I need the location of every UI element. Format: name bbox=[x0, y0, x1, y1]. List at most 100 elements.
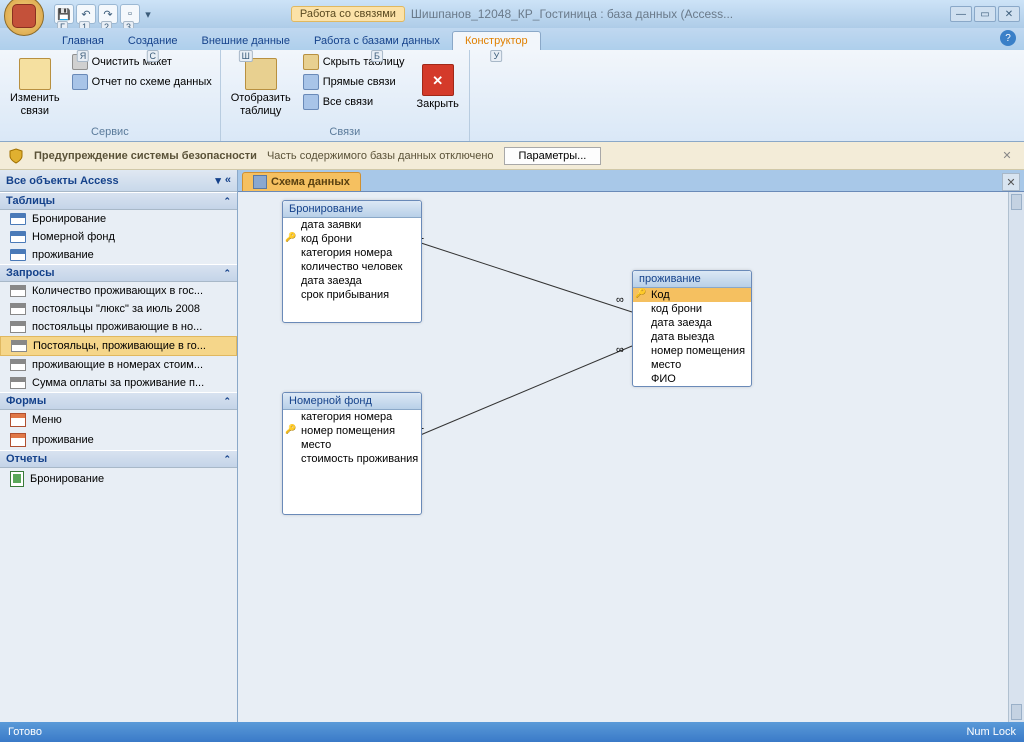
nav-item[interactable]: Бронирование bbox=[0, 210, 237, 228]
caret-icon: ⌃ bbox=[223, 196, 231, 207]
nav-item[interactable]: проживание bbox=[0, 430, 237, 450]
table-field[interactable]: категория номера bbox=[283, 246, 421, 260]
hide-table-button[interactable]: Скрыть таблицу bbox=[299, 52, 409, 72]
table-stay[interactable]: проживание Кодкод бронидата заездадата в… bbox=[632, 270, 752, 387]
close-relations-button[interactable]: Закрыть bbox=[411, 52, 465, 124]
direct-rel-icon bbox=[303, 74, 319, 90]
security-message: Часть содержимого базы данных отключено bbox=[267, 150, 494, 162]
table-field[interactable]: код брони bbox=[633, 302, 751, 316]
nav-item[interactable]: постояльцы "люкс" за июль 2008 bbox=[0, 300, 237, 318]
qry-icon-icon bbox=[10, 377, 26, 389]
help-button[interactable]: ? bbox=[1000, 30, 1016, 46]
doc-tab-close[interactable]: ✕ bbox=[1002, 173, 1020, 191]
nav-item-label: Количество проживающих в гос... bbox=[32, 285, 203, 297]
minimize-button[interactable]: — bbox=[950, 6, 972, 22]
main-area: Все объекты Access ▾« Таблицы⌃ Бронирова… bbox=[0, 170, 1024, 722]
nav-item[interactable]: Меню bbox=[0, 410, 237, 430]
nav-item[interactable]: проживание bbox=[0, 246, 237, 264]
table-field[interactable]: номер помещения bbox=[633, 344, 751, 358]
relationships-report-button[interactable]: Отчет по схеме данных bbox=[68, 72, 216, 92]
nav-item-label: Номерной фонд bbox=[32, 231, 115, 243]
collapse-pane-icon[interactable]: « bbox=[225, 174, 231, 187]
qry-icon-icon bbox=[10, 303, 26, 315]
table-field[interactable]: дата выезда bbox=[633, 330, 751, 344]
table-field[interactable]: номер помещения bbox=[283, 424, 421, 438]
ribbon-tabs: ГлавнаяЯ СозданиеС Внешние данныеШ Работ… bbox=[0, 28, 1024, 50]
nav-item-label: Сумма оплаты за проживание п... bbox=[32, 377, 204, 389]
relationships-diagram[interactable]: 1 ∞ 1 ∞ Бронирование дата заявкикод брон… bbox=[238, 192, 1024, 722]
nav-item-label: проживание bbox=[32, 434, 94, 446]
pencil-icon bbox=[19, 58, 51, 90]
table-booking[interactable]: Бронирование дата заявкикод броникатегор… bbox=[282, 200, 422, 323]
tab-home[interactable]: ГлавнаяЯ bbox=[50, 32, 116, 50]
nav-section-queries[interactable]: Запросы⌃ bbox=[0, 264, 237, 282]
nav-section-reports[interactable]: Отчеты⌃ bbox=[0, 450, 237, 468]
nav-section-forms[interactable]: Формы⌃ bbox=[0, 392, 237, 410]
relationships-icon bbox=[253, 175, 267, 189]
nav-item[interactable]: Постояльцы, проживающие в го... bbox=[0, 336, 237, 356]
table-title[interactable]: Номерной фонд bbox=[283, 393, 421, 410]
qry-icon-icon bbox=[10, 321, 26, 333]
table-field[interactable]: количество человек bbox=[283, 260, 421, 274]
security-close-button[interactable]: ✕ bbox=[998, 147, 1016, 165]
report-icon bbox=[72, 74, 88, 90]
all-relations-button[interactable]: Все связи bbox=[299, 92, 409, 112]
nav-item-label: Постояльцы, проживающие в го... bbox=[33, 340, 206, 352]
table-title[interactable]: Бронирование bbox=[283, 201, 421, 218]
security-title: Предупреждение системы безопасности bbox=[34, 150, 257, 162]
security-warning-bar: Предупреждение системы безопасности Част… bbox=[0, 142, 1024, 170]
nav-item[interactable]: Количество проживающих в гос... bbox=[0, 282, 237, 300]
table-field[interactable]: место bbox=[633, 358, 751, 372]
tab-external-data[interactable]: Внешние данныеШ bbox=[190, 32, 302, 50]
restore-button[interactable]: ▭ bbox=[974, 6, 996, 22]
table-field[interactable]: дата заезда bbox=[283, 274, 421, 288]
nav-item-label: Бронирование bbox=[32, 213, 106, 225]
qat-item-4[interactable]: ▫3 bbox=[120, 4, 140, 24]
cardinality-many: ∞ bbox=[616, 294, 624, 306]
direct-relations-button[interactable]: Прямые связи bbox=[299, 72, 409, 92]
nav-item[interactable]: Номерной фонд bbox=[0, 228, 237, 246]
nav-item[interactable]: проживающие в номерах стоим... bbox=[0, 356, 237, 374]
table-field[interactable]: дата заезда bbox=[633, 316, 751, 330]
tab-database-tools[interactable]: Работа с базами данныхБ bbox=[302, 32, 452, 50]
status-text: Готово bbox=[8, 726, 42, 738]
show-table-icon bbox=[245, 58, 277, 90]
tab-create[interactable]: СозданиеС bbox=[116, 32, 190, 50]
table-title[interactable]: проживание bbox=[633, 271, 751, 288]
table-field[interactable]: код брони bbox=[283, 232, 421, 246]
nav-item[interactable]: постояльцы проживающие в но... bbox=[0, 318, 237, 336]
tab-design[interactable]: КонструкторУ bbox=[452, 31, 541, 50]
edit-relationships-button[interactable]: Изменить связи bbox=[4, 52, 66, 124]
qat-save[interactable]: 💾Г bbox=[54, 4, 74, 24]
navigation-pane: Все объекты Access ▾« Таблицы⌃ Бронирова… bbox=[0, 170, 238, 722]
context-tab-title: Работа со связями bbox=[291, 6, 405, 22]
rpt-icon-icon bbox=[10, 471, 24, 487]
table-field[interactable]: срок прибывания bbox=[283, 288, 421, 302]
close-button[interactable]: ✕ bbox=[998, 6, 1020, 22]
qat-customize[interactable]: ▾ bbox=[142, 4, 154, 24]
show-table-button[interactable]: Отобразить таблицу bbox=[225, 52, 297, 124]
table-rooms[interactable]: Номерной фонд категория номераномер поме… bbox=[282, 392, 422, 515]
table-field[interactable]: дата заявки bbox=[283, 218, 421, 232]
table-field[interactable]: место bbox=[283, 438, 421, 452]
nav-item[interactable]: Бронирование bbox=[0, 468, 237, 490]
frm-icon-icon bbox=[10, 413, 26, 427]
table-field[interactable]: категория номера bbox=[283, 410, 421, 424]
doc-tab-schema[interactable]: Схема данных bbox=[242, 172, 361, 191]
chevron-down-icon[interactable]: ▾ bbox=[215, 174, 221, 187]
nav-item-label: проживание bbox=[32, 249, 94, 261]
vertical-scrollbar[interactable] bbox=[1008, 192, 1024, 722]
nav-header[interactable]: Все объекты Access ▾« bbox=[0, 170, 237, 192]
qat-undo[interactable]: ↶1 bbox=[76, 4, 96, 24]
security-options-button[interactable]: Параметры... bbox=[504, 147, 602, 165]
hide-table-icon bbox=[303, 54, 319, 70]
close-icon bbox=[422, 64, 454, 96]
nav-item[interactable]: Сумма оплаты за проживание п... bbox=[0, 374, 237, 392]
clear-layout-button[interactable]: Очистить макет bbox=[68, 52, 216, 72]
qat-redo[interactable]: ↷2 bbox=[98, 4, 118, 24]
nav-section-tables[interactable]: Таблицы⌃ bbox=[0, 192, 237, 210]
caret-icon: ⌃ bbox=[223, 454, 231, 465]
table-field[interactable]: Код bbox=[633, 288, 751, 302]
table-field[interactable]: стоимость проживания bbox=[283, 452, 421, 466]
table-field[interactable]: ФИО bbox=[633, 372, 751, 386]
